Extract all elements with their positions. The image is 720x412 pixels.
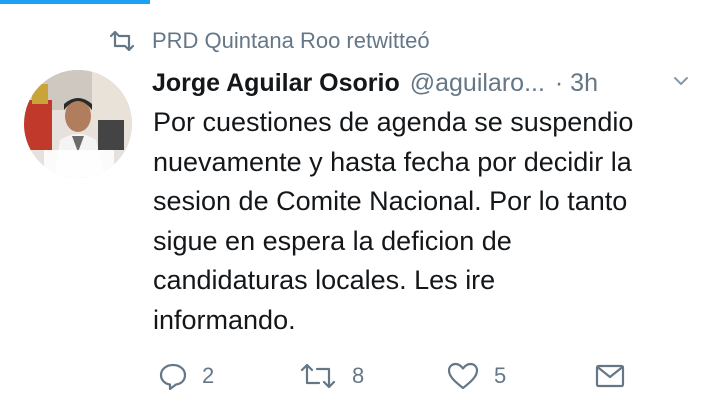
author-handle[interactable]: @aguilaro... — [410, 69, 545, 98]
retweet-icon — [109, 30, 135, 52]
tweet-text-line: sesion de Comite Nacional. Por lo tanto — [153, 186, 628, 217]
tweet-text: Por cuestiones de agenda se suspendio nu… — [153, 103, 713, 341]
avatar[interactable] — [24, 70, 132, 178]
tweet-actions: 2 8 5 — [150, 358, 650, 394]
envelope-icon — [595, 364, 625, 388]
avatar-photo — [24, 70, 132, 178]
author-name[interactable]: Jorge Aguilar Osorio — [152, 69, 400, 98]
reply-button[interactable]: 2 — [158, 358, 214, 394]
like-button[interactable]: 5 — [446, 358, 506, 394]
tweet-text-line: nuevamente y hasta fecha por decidir la — [153, 146, 632, 177]
direct-message-button[interactable] — [594, 358, 640, 394]
tweet-text-line: sigue en espera la deficion de — [153, 225, 512, 256]
like-count: 5 — [494, 363, 507, 388]
retweet-count: 8 — [352, 363, 365, 388]
tweet-text-line: Por cuestiones de agenda se suspendio — [153, 107, 634, 137]
reply-icon — [159, 363, 187, 391]
tweet-header: Jorge Aguilar Osorio @aguilaro... · 3h — [152, 64, 700, 102]
tweet-text-line: informando. — [153, 304, 296, 335]
retweet-button[interactable]: 8 — [298, 358, 364, 394]
active-tab-indicator — [0, 0, 150, 4]
heart-icon — [447, 362, 479, 390]
reply-count: 2 — [202, 363, 215, 388]
tweet-text-line: candidaturas locales. Les ire — [153, 265, 496, 296]
chevron-down-icon[interactable] — [672, 72, 690, 90]
retweet-context-text: PRD Quintana Roo retwitteó — [152, 28, 430, 53]
tweet-timestamp[interactable]: · 3h — [555, 69, 598, 98]
retweet-action-icon — [300, 363, 336, 389]
retweet-context: PRD Quintana Roo retwitteó — [108, 26, 430, 56]
